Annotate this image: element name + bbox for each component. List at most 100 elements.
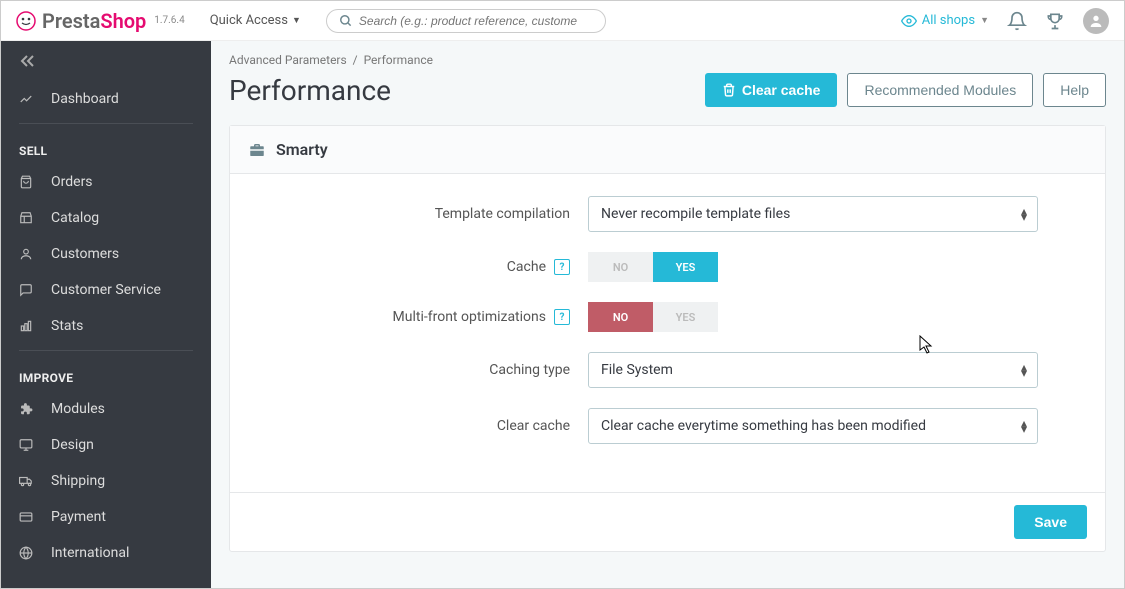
quick-access-menu[interactable]: Quick Access ▼	[210, 13, 301, 28]
title-actions: Clear cache Recommended Modules Help	[705, 73, 1106, 107]
sort-icon: ▴▾	[1021, 420, 1027, 432]
shop-selector[interactable]: All shops ▼	[901, 13, 989, 29]
select-value: Clear cache everytime something has been…	[601, 418, 926, 434]
notifications-icon[interactable]	[1007, 11, 1027, 31]
search-icon	[339, 14, 353, 28]
label-clear-cache: Clear cache	[258, 418, 588, 434]
stats-icon	[19, 319, 39, 333]
shop-selector-label: All shops	[922, 13, 975, 28]
toggle-yes[interactable]: YES	[653, 302, 718, 332]
row-clear-cache: Clear cache Clear cache everytime someth…	[258, 408, 1077, 444]
sidebar-item-label: International	[51, 545, 129, 561]
row-template-compilation: Template compilation Never recompile tem…	[258, 196, 1077, 232]
help-button[interactable]: Help	[1043, 73, 1106, 107]
card-title: Smarty	[276, 140, 328, 159]
logo-presta: Presta	[42, 9, 100, 33]
sidebar-section-improve: IMPROVE	[1, 357, 211, 391]
row-cache: Cache ? NO YES	[258, 252, 1077, 282]
sidebar-item-catalog[interactable]: Catalog	[1, 200, 211, 236]
search-input[interactable]	[359, 14, 593, 28]
clear-cache-label: Clear cache	[742, 82, 821, 98]
monitor-icon	[19, 438, 39, 452]
help-icon[interactable]: ?	[554, 259, 570, 275]
sidebar-item-payment[interactable]: Payment	[1, 499, 211, 535]
save-button[interactable]: Save	[1014, 505, 1087, 539]
clear-cache-button[interactable]: Clear cache	[705, 73, 838, 107]
chat-icon	[19, 283, 39, 297]
sidebar-item-dashboard[interactable]: Dashboard	[1, 81, 211, 117]
sidebar-item-shipping[interactable]: Shipping	[1, 463, 211, 499]
search-container[interactable]	[326, 9, 606, 33]
sidebar-divider	[19, 123, 193, 124]
main-content: Advanced Parameters / Performance Perfor…	[211, 41, 1124, 588]
help-label: Help	[1060, 82, 1089, 98]
breadcrumb-a[interactable]: Advanced Parameters	[229, 53, 347, 67]
toggle-yes[interactable]: YES	[653, 252, 718, 282]
version-text: 1.7.6.4	[154, 15, 184, 26]
recommended-label: Recommended Modules	[864, 82, 1016, 98]
sidebar-item-customer-service[interactable]: Customer Service	[1, 272, 211, 308]
smarty-card: Smarty Template compilation Never recomp…	[229, 125, 1106, 552]
sidebar-item-label: Design	[51, 437, 94, 453]
sidebar-item-label: Stats	[51, 318, 83, 334]
top-header: PrestaShop 1.7.6.4 Quick Access ▼ All sh…	[1, 1, 1124, 41]
header-right: All shops ▼	[901, 8, 1109, 34]
sidebar-item-label: Customers	[51, 246, 119, 262]
label-cache: Cache ?	[258, 259, 588, 275]
logo-icon	[16, 11, 36, 31]
row-multi-front: Multi-front optimizations ? NO YES	[258, 302, 1077, 332]
breadcrumb-sep: /	[353, 53, 358, 67]
sidebar-collapse-button[interactable]	[1, 41, 211, 81]
sidebar-item-label: Shipping	[51, 473, 105, 489]
trophy-icon[interactable]	[1045, 11, 1065, 31]
sidebar: Dashboard SELL Orders Catalog Customers …	[1, 41, 211, 588]
briefcase-icon	[248, 141, 266, 159]
puzzle-icon	[19, 402, 39, 416]
breadcrumb: Advanced Parameters / Performance	[229, 53, 1106, 67]
caret-down-icon: ▼	[292, 15, 301, 26]
sidebar-item-label: Orders	[51, 174, 93, 190]
sort-icon: ▴▾	[1021, 208, 1027, 220]
sort-icon: ▴▾	[1021, 364, 1027, 376]
sidebar-section-sell: SELL	[1, 130, 211, 164]
card-body: Template compilation Never recompile tem…	[230, 174, 1105, 492]
caret-down-icon: ▼	[980, 15, 989, 26]
toggle-no[interactable]: NO	[588, 252, 653, 282]
toggle-cache[interactable]: NO YES	[588, 252, 718, 282]
select-value: Never recompile template files	[601, 206, 790, 222]
eye-icon	[901, 13, 917, 29]
user-icon	[19, 247, 39, 261]
sidebar-item-modules[interactable]: Modules	[1, 391, 211, 427]
sidebar-item-label: Payment	[51, 509, 106, 525]
label-caching-type: Caching type	[258, 362, 588, 378]
breadcrumb-b[interactable]: Performance	[364, 53, 433, 67]
sidebar-item-design[interactable]: Design	[1, 427, 211, 463]
select-value: File System	[601, 362, 673, 378]
toggle-multi-front[interactable]: NO YES	[588, 302, 718, 332]
sidebar-item-customers[interactable]: Customers	[1, 236, 211, 272]
sidebar-item-label: Dashboard	[51, 91, 119, 107]
select-clear-cache[interactable]: Clear cache everytime something has been…	[588, 408, 1038, 444]
logo-shop: Shop	[100, 9, 146, 33]
globe-icon	[19, 546, 39, 560]
card-footer: Save	[230, 492, 1105, 551]
trash-icon	[722, 83, 736, 97]
select-template-compilation[interactable]: Never recompile template files ▴▾	[588, 196, 1038, 232]
select-caching-type[interactable]: File System ▴▾	[588, 352, 1038, 388]
card-header: Smarty	[230, 126, 1105, 174]
sidebar-item-stats[interactable]: Stats	[1, 308, 211, 344]
quick-access-label: Quick Access	[210, 13, 288, 28]
recommended-modules-button[interactable]: Recommended Modules	[847, 73, 1033, 107]
page-title-row: Performance Clear cache Recommended Modu…	[229, 73, 1106, 107]
label-template-compilation: Template compilation	[258, 206, 588, 222]
sidebar-item-international[interactable]: International	[1, 535, 211, 571]
help-icon[interactable]: ?	[554, 309, 570, 325]
row-caching-type: Caching type File System ▴▾	[258, 352, 1077, 388]
sidebar-item-orders[interactable]: Orders	[1, 164, 211, 200]
sidebar-item-label: Customer Service	[51, 282, 161, 298]
label-multi-front: Multi-front optimizations ?	[258, 309, 588, 325]
user-avatar[interactable]	[1083, 8, 1109, 34]
toggle-no[interactable]: NO	[588, 302, 653, 332]
store-icon	[19, 211, 39, 225]
logo-text: PrestaShop	[42, 9, 146, 33]
